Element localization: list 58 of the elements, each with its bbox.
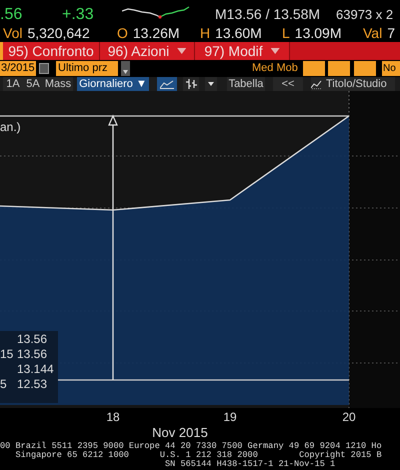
toolbar-button[interactable]: 5A [23,77,43,91]
caret-icon[interactable] [177,48,186,54]
footer-text: Singapore 65 6212 1000 U.S. 1 212 318 2000 Copyright 2015 B [14,451,383,460]
stat-value: 13.26M [132,25,180,41]
stat-value: 5,320,642 [27,25,90,41]
toolbar-button[interactable]: 1A [3,77,23,91]
stat-label: L [282,25,290,41]
caret-icon[interactable] [270,48,280,54]
calendar-icon[interactable] [39,63,49,74]
toolbar-button[interactable]: Mass [43,77,73,91]
stat-value: 13.60M [215,25,262,41]
period-field[interactable] [303,61,325,76]
period-field[interactable] [354,61,376,76]
caret-button[interactable] [205,77,217,91]
dropdown-button[interactable] [121,61,130,76]
stat-label: H [200,25,210,41]
action-button[interactable]: 96) Azioni [100,42,195,60]
toolbar-button[interactable]: Tabella [227,77,265,91]
x-axis-label: 20 [342,410,356,424]
stat-label: Vol [3,25,22,41]
study-icon[interactable] [311,80,322,88]
price-field[interactable]: Ultimo prz [56,61,118,76]
stat-value: 7 [387,25,395,41]
bid-ask-size: 63973 x 2 [336,6,394,24]
chart-title: an.) [0,119,21,136]
sparkline-icon [122,6,190,20]
study-button[interactable]: Titolo/Studio [311,77,395,91]
legend-value: 12.53 [17,377,48,392]
option-field[interactable]: No [382,61,400,76]
price-change: +.33 [62,5,94,25]
x-axis-label: 19 [223,410,237,424]
legend-value: 13.144 [17,362,54,377]
line-chart-button[interactable] [157,77,177,91]
bar-chart-button[interactable] [183,77,199,91]
legend-value: 13.56 [17,347,48,362]
last-price: .56 [0,5,22,25]
legend-label: 5 [0,377,8,392]
x-axis-title: Nov 2015 [151,425,209,441]
stat-label: Val [363,25,382,41]
toolbar-button[interactable]: << [273,77,303,91]
stat-value: 13.09M [294,25,342,41]
moving-average-label: Med Mob [252,61,298,76]
bid-ask-price: M13.56 / 13.58M [215,5,320,24]
footer-text: 00 Brazil 5511 2395 9000 Europe 44 20 7330 7500 Germany 49 69 9204 1210 Ho [0,442,383,451]
action-button[interactable]: 95) Confronto [3,42,100,60]
period-field[interactable] [328,61,350,76]
legend-value: 13.56 [17,332,48,347]
interval-dropdown[interactable]: Giornaliero ▼ [77,77,149,91]
action-button[interactable]: 97) Modif [195,42,290,60]
line-chart-icon[interactable] [160,80,174,88]
footer-text: SN 565144 H438-1517-1 21-Nov-15 1 [164,460,336,469]
x-axis-label: 18 [106,410,120,424]
stat-label: O [117,25,128,41]
ohlc-bars-icon[interactable] [186,79,196,89]
legend-label: 15 [0,347,14,362]
date-field[interactable]: 3/2015 [0,61,36,76]
crosshair-marker[interactable] [108,114,118,380]
study-label: Titolo/Studio [326,77,387,91]
